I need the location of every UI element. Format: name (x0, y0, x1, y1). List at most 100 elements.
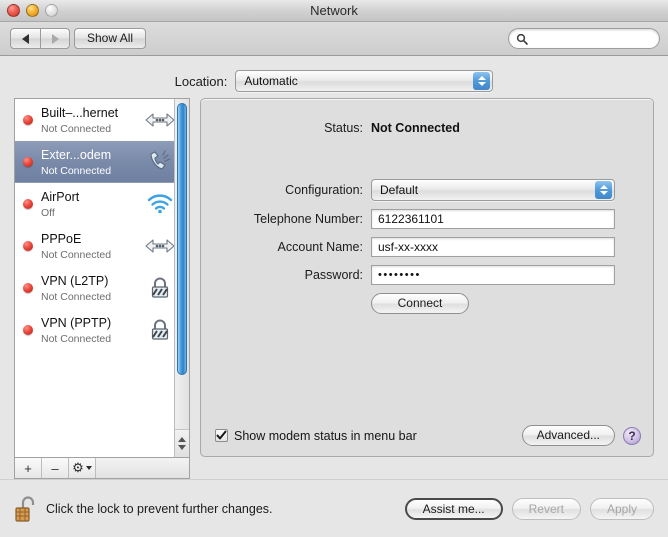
checkmark-icon (216, 430, 227, 440)
modem-settings-form: Configuration: Default Telephone Number: (201, 179, 653, 314)
scroll-down-icon[interactable] (178, 445, 186, 450)
window-title: Network (310, 3, 358, 18)
configuration-label: Configuration: (285, 182, 363, 197)
revert-button: Revert (511, 497, 581, 520)
apply-button: Apply (589, 497, 654, 520)
service-row-airport[interactable]: AirPort Off (15, 183, 189, 225)
advanced-button[interactable]: Advanced... (521, 425, 615, 446)
service-row-vpn-l2tp[interactable]: VPN (L2TP) Not Connected (15, 267, 189, 309)
window-titlebar: Network (0, 0, 668, 22)
service-status: Off (41, 207, 55, 219)
gear-icon: ⚙ (72, 460, 84, 475)
service-status: Not Connected (41, 123, 112, 135)
status-dot-icon (23, 156, 33, 167)
account-field[interactable] (371, 237, 615, 257)
service-row-pppoe[interactable]: PPPoE Not Connected (15, 225, 189, 267)
show-modem-status-label: Show modem status in menu bar (234, 428, 417, 443)
status-dot-icon (23, 198, 33, 209)
service-list-scrollbar[interactable] (174, 99, 189, 457)
window-footer: Click the lock to prevent further change… (0, 479, 668, 537)
service-list-toolbar: + – ⚙ (14, 457, 190, 479)
account-input[interactable] (372, 240, 614, 254)
password-input[interactable] (372, 269, 614, 281)
panel-footer: Show modem status in menu bar Advanced..… (215, 425, 641, 446)
search-field[interactable] (508, 28, 660, 49)
service-name: AirPort (41, 190, 80, 204)
location-popup-button[interactable]: Automatic (235, 70, 494, 92)
main-content: Built–...hernet Not Connected Exter...od… (0, 98, 668, 479)
service-sidebar: Built–...hernet Not Connected Exter...od… (14, 98, 190, 479)
location-selected-value: Automatic (244, 74, 298, 88)
connect-button[interactable]: Connect (371, 293, 469, 314)
help-button[interactable]: ? (623, 426, 641, 445)
minimize-button[interactable] (26, 4, 39, 17)
add-service-button[interactable]: + (15, 458, 42, 478)
scrollbar-thumb[interactable] (177, 103, 187, 375)
account-label: Account Name: (277, 239, 363, 254)
telephone-field[interactable] (371, 209, 615, 229)
service-rows: Built–...hernet Not Connected Exter...od… (15, 99, 189, 457)
scrollbar-track[interactable] (175, 99, 189, 429)
telephone-label: Telephone Number: (253, 211, 363, 226)
popup-arrows-icon (595, 181, 612, 199)
service-row-ethernet[interactable]: Built–...hernet Not Connected (15, 99, 189, 141)
network-preferences-window: Network Show All Location: Automatic Bui… (0, 0, 668, 537)
show-modem-status-checkbox[interactable] (215, 429, 228, 442)
forward-arrow-icon (51, 33, 59, 44)
service-actions-button[interactable]: ⚙ (69, 458, 96, 478)
airport-icon (145, 190, 175, 218)
scroll-up-icon[interactable] (178, 437, 186, 442)
service-name: PPPoE (41, 232, 82, 246)
service-status: Not Connected (41, 333, 112, 345)
assist-me-button[interactable]: Assist me... (404, 497, 503, 520)
modem-icon (145, 148, 175, 176)
status-dot-icon (23, 324, 33, 335)
telephone-input[interactable] (372, 212, 614, 226)
show-modem-status-row[interactable]: Show modem status in menu bar (215, 429, 417, 443)
location-label: Location: (174, 73, 228, 89)
remove-service-button[interactable]: – (42, 458, 69, 478)
ethernet-icon (145, 232, 175, 260)
configuration-selected-value: Default (380, 183, 419, 197)
service-name: VPN (PPTP) (41, 316, 112, 330)
configuration-row: Configuration: Default (201, 179, 653, 201)
chevron-down-icon (85, 466, 92, 470)
status-row: Status: Not Connected (201, 121, 653, 135)
back-arrow-icon (22, 33, 29, 44)
service-list[interactable]: Built–...hernet Not Connected Exter...od… (14, 98, 190, 457)
connect-row: Connect (201, 293, 653, 314)
service-row-vpn-pptp[interactable]: VPN (PPTP) Not Connected (15, 309, 189, 351)
telephone-row: Telephone Number: (201, 209, 653, 229)
status-dot-icon (23, 114, 33, 125)
window-controls (7, 4, 58, 17)
status-dot-icon (23, 240, 33, 251)
show-all-button[interactable]: Show All (74, 28, 147, 49)
unlocked-lock-icon[interactable] (14, 494, 40, 524)
account-row: Account Name: (201, 237, 653, 257)
status-dot-icon (23, 282, 33, 293)
forward-button[interactable] (40, 28, 70, 49)
close-button[interactable] (7, 4, 20, 17)
service-name: VPN (L2TP) (41, 274, 109, 288)
search-input[interactable] (528, 31, 659, 46)
service-row-external-modem[interactable]: Exter...odem Not Connected (15, 141, 189, 183)
popup-arrows-icon (473, 72, 491, 90)
password-label: Password: (304, 267, 363, 282)
back-button[interactable] (10, 28, 40, 49)
service-status: Not Connected (41, 165, 112, 177)
status-value: Not Connected (371, 121, 460, 135)
navigation-buttons (10, 28, 70, 49)
toolbar-filler (96, 458, 189, 478)
status-label: Status: (324, 121, 363, 135)
service-name: Exter...odem (41, 148, 112, 162)
password-row: Password: (201, 265, 653, 285)
password-field[interactable] (371, 265, 615, 285)
service-status: Not Connected (41, 249, 112, 261)
service-detail-panel: Status: Not Connected Configuration: Def… (200, 98, 654, 457)
lock-icon (145, 274, 175, 302)
location-row: Location: Automatic (0, 64, 668, 98)
configuration-popup-button[interactable]: Default (371, 179, 615, 201)
scrollbar-buttons[interactable] (175, 429, 189, 457)
lock-icon (145, 316, 175, 344)
search-icon (516, 33, 528, 45)
